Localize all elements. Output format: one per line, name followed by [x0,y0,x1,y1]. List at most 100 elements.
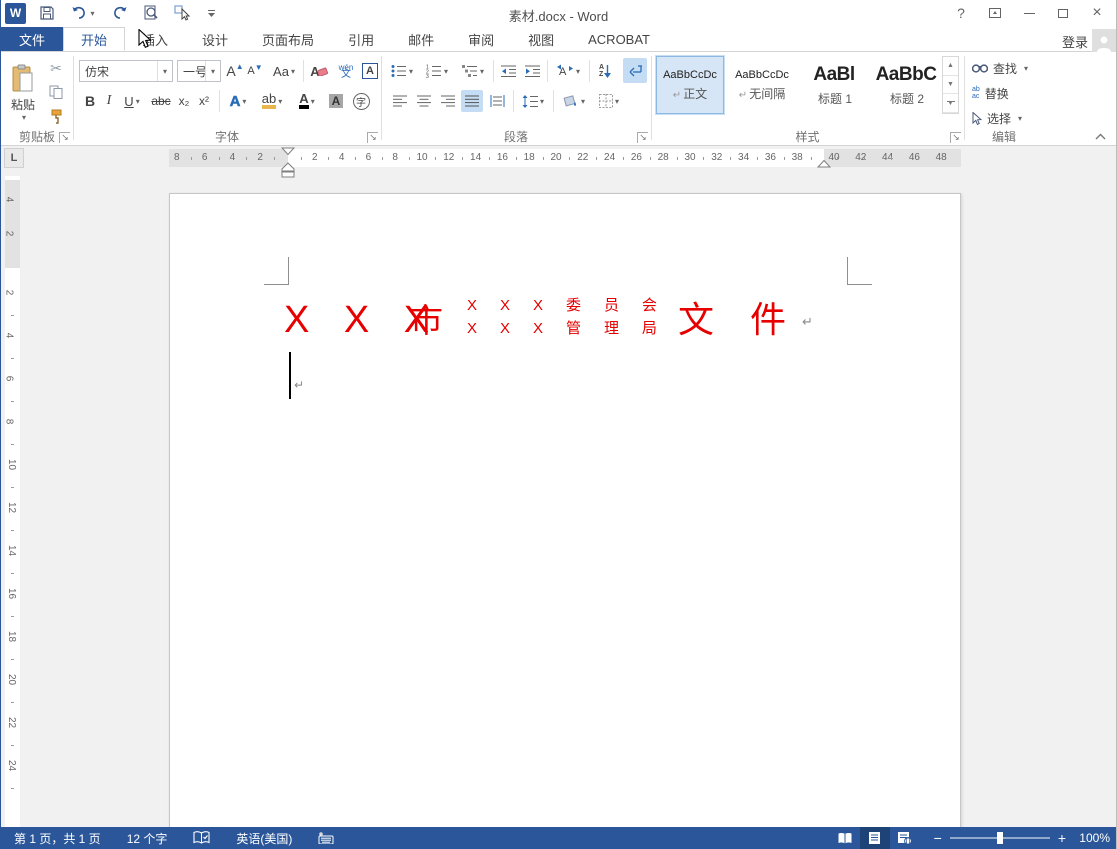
avatar[interactable] [1092,29,1116,52]
find-button[interactable]: 查找▾ [972,60,1028,77]
replace-button[interactable]: abac 替换 [972,85,1009,102]
paste-button[interactable]: 粘贴 ▾ [5,56,41,130]
phonetic-guide-button[interactable]: wén文 [334,58,358,83]
styles-scroll-down[interactable]: ▼ [943,76,958,95]
style-card-无间隔[interactable]: AaBbCcDc ↵无间隔 [728,56,796,114]
zoom-out-button[interactable]: − [934,830,942,846]
change-case-button[interactable]: Aa▾ [269,60,299,82]
decrease-indent-button[interactable] [497,60,519,82]
close-button[interactable]: × [1084,3,1110,23]
document-page[interactable]: X X X 市 XXX委员会 XXX管理局 文 件 ↵ ↵ [169,193,961,827]
styles-scroll-up[interactable]: ▲ [943,57,958,76]
web-layout-button[interactable] [890,827,920,849]
paste-dropdown-arrow[interactable]: ▾ [22,113,26,122]
tab-stop-selector[interactable]: L [4,148,24,168]
align-center-button[interactable] [413,90,435,112]
increase-indent-button[interactable] [521,60,543,82]
subscript-button[interactable]: x₂ [175,90,193,112]
copy-button[interactable] [45,82,67,102]
character-border-button[interactable]: A [360,61,380,81]
ribbon-display-options-button[interactable] [982,3,1008,23]
paragraph-dialog-launcher[interactable]: ↘ [637,132,648,143]
close-icon: × [1092,4,1101,22]
web-layout-icon [897,831,912,845]
print-layout-button[interactable] [860,827,890,849]
clear-formatting-button[interactable]: A [307,60,331,82]
sort-button[interactable]: AZ [593,60,617,82]
multilevel-list-icon [462,64,478,78]
font-size-dropdown-arrow[interactable]: ▾ [205,61,220,81]
borders-button[interactable]: ▾ [593,90,625,112]
word-count[interactable]: 12 个字 [114,827,181,849]
align-left-button[interactable] [389,90,411,112]
tab-引用[interactable]: 引用 [331,27,391,51]
help-button[interactable]: ? [948,3,974,23]
tab-ACROBAT[interactable]: ACROBAT [571,27,667,51]
distribute-button[interactable] [485,90,509,112]
right-indent-marker[interactable] [817,160,831,168]
grow-font-button[interactable]: A▲ [225,60,245,82]
zoom-in-button[interactable]: + [1058,830,1066,846]
read-mode-button[interactable] [830,827,860,849]
style-card-正文[interactable]: AaBbCcDc ↵正文 [656,56,724,114]
tab-file[interactable]: 文件 [1,27,63,51]
style-card-标题 2[interactable]: AaBbC 标题 2 [872,56,940,114]
tab-页面布局[interactable]: 页面布局 [245,27,331,51]
bullets-button[interactable]: ▾ [387,60,417,82]
input-mode-indicator[interactable] [305,827,347,849]
format-painter-button[interactable] [45,106,67,126]
font-name-dropdown-arrow[interactable]: ▾ [157,61,172,81]
line-spacing-button[interactable]: ▾ [518,90,548,112]
clipboard-dialog-launcher[interactable]: ↘ [59,132,70,143]
page-indicator[interactable]: 第 1 页，共 1 页 [1,827,114,849]
font-color-button[interactable]: A▾ [293,90,321,112]
collapse-ribbon-button[interactable] [1095,133,1106,140]
horizontal-ruler[interactable]: 8642246810121416182022242628303234363840… [169,149,961,167]
shading-button[interactable]: ▾ [558,90,590,112]
font-dialog-launcher[interactable]: ↘ [367,132,378,143]
tab-设计[interactable]: 设计 [185,27,245,51]
align-right-button[interactable] [437,90,459,112]
tab-邮件[interactable]: 邮件 [391,27,451,51]
superscript-button[interactable]: x² [195,90,213,112]
underline-button[interactable]: U▾ [119,90,145,112]
language-indicator[interactable]: 英语(美国) [223,827,305,849]
justify-button[interactable] [461,90,483,112]
tab-审阅[interactable]: 审阅 [451,27,511,51]
style-card-标题 1[interactable]: AaBl 标题 1 [800,56,868,114]
hanging-indent-marker[interactable] [281,162,295,178]
text-effects-button[interactable]: A▾ [224,90,252,112]
zoom-percentage[interactable]: 100% [1066,831,1110,845]
multilevel-list-button[interactable]: ▾ [457,60,489,82]
show-hide-marks-button[interactable] [623,58,647,83]
group-clipboard: 粘贴 ▾ ✂ 剪贴板 ↘ [1,52,73,146]
font-size-combo[interactable]: 一号▾ [177,60,221,82]
bold-button[interactable]: B [81,90,99,112]
select-button[interactable]: 选择▾ [972,110,1022,127]
styles-dialog-launcher[interactable]: ↘ [950,132,961,143]
shrink-font-button[interactable]: A▼ [246,60,264,82]
character-shading-button[interactable]: A [325,90,347,112]
numbering-button[interactable]: 123▾ [421,60,453,82]
zoom-slider[interactable] [950,837,1050,839]
maximize-button[interactable] [1050,3,1076,23]
zoom-slider-thumb[interactable] [997,832,1003,844]
proofing-status[interactable] [180,827,223,849]
italic-button[interactable]: I [101,90,117,112]
cut-button[interactable]: ✂ [45,58,67,78]
font-name-combo[interactable]: 仿宋▾ [79,60,173,82]
asian-layout-button[interactable]: A▾ [551,60,585,82]
strikethrough-button[interactable]: abc [149,90,173,112]
enclose-characters-button[interactable]: 字 [350,90,372,112]
print-layout-icon [868,831,881,845]
tab-开始[interactable]: 开始 [63,27,125,51]
vertical-ruler[interactable]: 4224681012141618202224 [5,176,20,827]
tab-插入[interactable]: 插入 [125,27,185,51]
styles-more-button[interactable]: ▼ [943,94,958,113]
minimize-button[interactable] [1016,3,1042,23]
sign-in-link[interactable]: 登录 [1062,32,1088,51]
first-line-indent-marker[interactable] [281,147,295,155]
title-bar: W ▾ 素材.docx - Word ? [1,0,1116,28]
tab-视图[interactable]: 视图 [511,27,571,51]
highlight-color-button[interactable]: ab▾ [257,90,287,112]
